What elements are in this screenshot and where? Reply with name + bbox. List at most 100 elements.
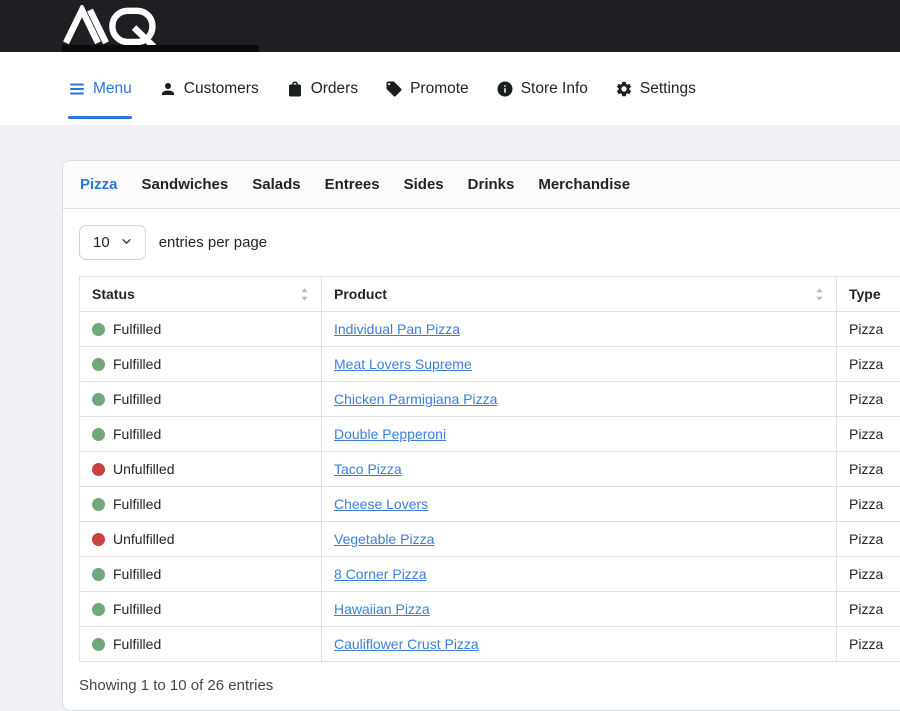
status-label: Fulfilled (113, 356, 161, 372)
tab-merchandise[interactable]: Merchandise (538, 176, 630, 193)
status-label: Fulfilled (113, 496, 161, 512)
table-row: Fulfilled Cauliflower Crust Pizza Pizza (80, 627, 900, 662)
column-header-type[interactable]: Type (837, 277, 900, 312)
type-cell: Pizza (837, 627, 900, 662)
status-cell: Fulfilled (80, 417, 322, 452)
product-link[interactable]: Individual Pan Pizza (334, 321, 460, 337)
product-link[interactable]: 8 Corner Pizza (334, 566, 427, 582)
status-dot-icon (92, 498, 105, 511)
orders-icon (286, 80, 304, 98)
type-cell: Pizza (837, 522, 900, 557)
status-dot-icon (92, 603, 105, 616)
nav-item-customers[interactable]: Customers (159, 52, 259, 125)
status-cell: Fulfilled (80, 347, 322, 382)
type-cell: Pizza (837, 312, 900, 347)
product-cell: 8 Corner Pizza (322, 557, 837, 592)
status-label: Fulfilled (113, 321, 161, 337)
table-row: Fulfilled Chicken Parmigiana Pizza Pizza (80, 382, 900, 417)
tab-drinks[interactable]: Drinks (468, 176, 515, 193)
table-row: Unfulfilled Vegetable Pizza Pizza (80, 522, 900, 557)
table-header-row: Status Product Type (80, 277, 900, 312)
product-link[interactable]: Taco Pizza (334, 461, 402, 477)
status-dot-icon (92, 358, 105, 371)
tab-entrees[interactable]: Entrees (325, 176, 380, 193)
table-row: Fulfilled Hawaiian Pizza Pizza (80, 592, 900, 627)
entries-per-page-select[interactable]: 10 (79, 225, 146, 260)
nav-item-menu[interactable]: Menu (68, 52, 132, 125)
tab-salads[interactable]: Salads (252, 176, 300, 193)
table-row: Fulfilled 8 Corner Pizza Pizza (80, 557, 900, 592)
type-cell: Pizza (837, 557, 900, 592)
menu-icon (68, 80, 86, 98)
product-cell: Double Pepperoni (322, 417, 837, 452)
type-cell: Pizza (837, 452, 900, 487)
status-label: Fulfilled (113, 391, 161, 407)
table-row: Fulfilled Cheese Lovers Pizza (80, 487, 900, 522)
status-cell: Fulfilled (80, 627, 322, 662)
sort-icon (815, 288, 824, 301)
product-link[interactable]: Hawaiian Pizza (334, 601, 430, 617)
status-cell: Fulfilled (80, 382, 322, 417)
status-cell: Fulfilled (80, 592, 322, 627)
type-cell: Pizza (837, 347, 900, 382)
tab-sides[interactable]: Sides (404, 176, 444, 193)
entries-per-page-value: 10 (93, 234, 110, 251)
product-link[interactable]: Chicken Parmigiana Pizza (334, 391, 497, 407)
column-header-product[interactable]: Product (322, 277, 837, 312)
status-dot-icon (92, 428, 105, 441)
top-brand-bar (0, 0, 900, 52)
table-row: Fulfilled Meat Lovers Supreme Pizza (80, 347, 900, 382)
nav-item-label: Customers (184, 80, 259, 98)
nav-item-store-info[interactable]: Store Info (496, 52, 588, 125)
status-dot-icon (92, 568, 105, 581)
product-cell: Meat Lovers Supreme (322, 347, 837, 382)
table-body: Fulfilled Individual Pan Pizza Pizza Ful… (80, 312, 900, 662)
entries-per-page-label: entries per page (159, 234, 267, 251)
type-cell: Pizza (837, 487, 900, 522)
customers-icon (159, 80, 177, 98)
status-cell: Fulfilled (80, 487, 322, 522)
status-cell: Unfulfilled (80, 522, 322, 557)
status-label: Fulfilled (113, 426, 161, 442)
settings-icon (615, 80, 633, 98)
product-link[interactable]: Double Pepperoni (334, 426, 446, 442)
product-cell: Cheese Lovers (322, 487, 837, 522)
product-cell: Chicken Parmigiana Pizza (322, 382, 837, 417)
nav-item-orders[interactable]: Orders (286, 52, 358, 125)
products-table: Status Product Type Fulfilled Individual… (79, 276, 900, 662)
product-link[interactable]: Cauliflower Crust Pizza (334, 636, 479, 652)
nav-item-label: Orders (311, 80, 358, 98)
product-link[interactable]: Meat Lovers Supreme (334, 356, 472, 372)
tab-sandwiches[interactable]: Sandwiches (142, 176, 229, 193)
tab-pizza[interactable]: Pizza (80, 176, 118, 193)
nav-item-label: Promote (410, 80, 469, 98)
status-dot-icon (92, 393, 105, 406)
status-label: Unfulfilled (113, 531, 174, 547)
status-label: Fulfilled (113, 601, 161, 617)
product-cell: Taco Pizza (322, 452, 837, 487)
product-cell: Cauliflower Crust Pizza (322, 627, 837, 662)
status-label: Unfulfilled (113, 461, 174, 477)
column-header-label: Status (92, 286, 135, 302)
table-row: Fulfilled Individual Pan Pizza Pizza (80, 312, 900, 347)
status-dot-icon (92, 463, 105, 476)
table-row: Fulfilled Double Pepperoni Pizza (80, 417, 900, 452)
column-header-label: Type (849, 286, 881, 302)
status-dot-icon (92, 638, 105, 651)
type-cell: Pizza (837, 382, 900, 417)
nav-item-settings[interactable]: Settings (615, 52, 696, 125)
sort-icon (300, 288, 309, 301)
product-link[interactable]: Cheese Lovers (334, 496, 428, 512)
brand-logo (62, 5, 158, 47)
column-header-label: Product (334, 286, 387, 302)
nav-item-label: Menu (93, 80, 132, 98)
logo-underline-bar (62, 45, 259, 52)
nav-item-promote[interactable]: Promote (385, 52, 469, 125)
type-cell: Pizza (837, 417, 900, 452)
main-nav: Menu Customers Orders Promote Store Info… (0, 52, 900, 125)
status-dot-icon (92, 323, 105, 336)
column-header-status[interactable]: Status (80, 277, 322, 312)
chevron-down-icon (121, 234, 132, 251)
product-link[interactable]: Vegetable Pizza (334, 531, 434, 547)
status-dot-icon (92, 533, 105, 546)
